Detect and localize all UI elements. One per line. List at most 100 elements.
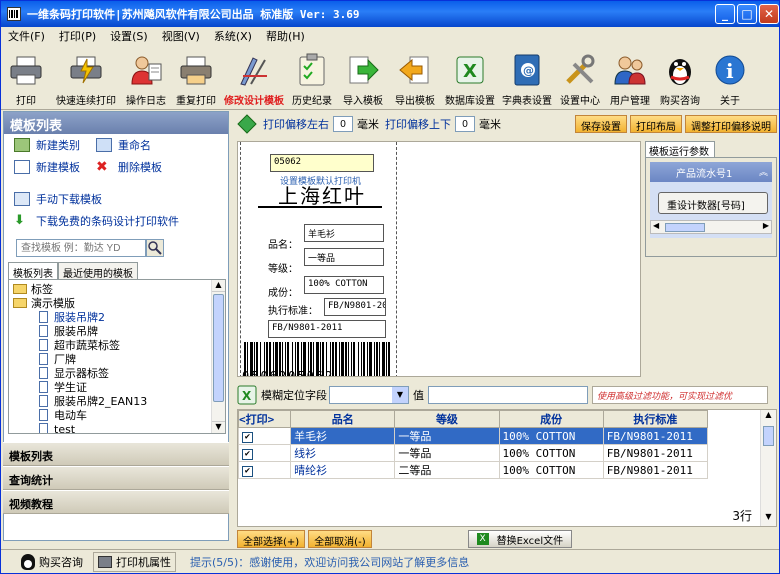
tree-node[interactable]: 服装吊牌 [13, 324, 225, 338]
label-standard-field[interactable]: FB/N9801-20 [324, 298, 386, 316]
user-management-button[interactable]: 用户管理 [605, 46, 655, 110]
row-print-cell[interactable]: ✔ [238, 444, 292, 462]
tree-node[interactable]: test [13, 422, 225, 433]
cell-standard[interactable]: FB/N9801-2011 [602, 444, 709, 462]
offset-help-button[interactable]: 调整打印偏移说明 [685, 115, 777, 133]
print-layout-button[interactable]: 打印布局 [630, 115, 682, 133]
import-template-button[interactable]: 导入模板 [337, 46, 389, 110]
tree-node[interactable]: 服装吊牌2_EAN13 [13, 394, 225, 408]
tree-node[interactable]: 超市蔬菜标签 [13, 338, 225, 352]
offset-lr-input[interactable] [333, 116, 353, 132]
settings-center-button[interactable]: 设置中心 [555, 46, 605, 110]
col-print[interactable]: <打印> [238, 410, 292, 428]
status-buy-button[interactable]: 购买咨询 [21, 553, 83, 570]
reset-counter-button[interactable]: 重设计数器[号码] [658, 192, 768, 214]
cell-standard[interactable]: FB/N9801-2011 [602, 427, 709, 445]
section-video-tutorials[interactable]: 视频教程 [3, 490, 229, 514]
delete-template-button[interactable]: ✖ 删除模板 [86, 156, 176, 178]
cell-name[interactable]: 晴纶衫 [290, 461, 396, 479]
tree-node[interactable]: 服装吊牌2 [13, 310, 225, 324]
select-all-button[interactable]: 全部选择(+) [237, 530, 306, 548]
search-button[interactable] [146, 239, 164, 257]
col-standard[interactable]: 执行标准 [602, 410, 709, 428]
menu-help[interactable]: 帮助(H) [259, 28, 312, 44]
design-template-button[interactable]: 修改设计模板 [221, 46, 287, 110]
tree-node[interactable]: 标签 [13, 282, 225, 296]
menu-settings[interactable]: 设置(S) [103, 28, 155, 44]
cell-composition[interactable]: 100% COTTON [498, 427, 604, 445]
col-composition[interactable]: 成份 [498, 410, 604, 428]
print-button[interactable]: 打印 [1, 46, 51, 110]
tree-node[interactable]: 电动车 [13, 408, 225, 422]
deselect-all-button[interactable]: 全部取消(-) [308, 530, 372, 548]
table-row[interactable]: ✔ 晴纶衫 二等品 100% COTTON FB/N9801-2011 [238, 461, 709, 479]
label-standard-full-field[interactable]: FB/N9801-2011 [268, 320, 386, 338]
label-code-field[interactable]: 05062 [270, 154, 374, 172]
cell-composition[interactable]: 100% COTTON [498, 461, 604, 479]
menu-system[interactable]: 系统(X) [207, 28, 259, 44]
tree-node[interactable]: 显示器标签 [13, 366, 225, 380]
cell-grade[interactable]: 二等品 [394, 461, 500, 479]
export-template-button[interactable]: 导出模板 [389, 46, 441, 110]
row-print-cell[interactable]: ✔ [238, 427, 292, 445]
cell-standard[interactable]: FB/N9801-2011 [602, 461, 709, 479]
col-name[interactable]: 品名 [290, 410, 396, 428]
label-grade-field[interactable]: 一等品 [304, 248, 384, 266]
tab-template-list[interactable]: 模板列表 [8, 262, 58, 280]
rename-button[interactable]: 重命名 [86, 134, 176, 156]
advanced-filter-hint[interactable]: 使用高级过滤功能，可实现过滤优 [592, 386, 768, 404]
cell-name[interactable]: 线衫 [290, 444, 396, 462]
cell-grade[interactable]: 一等品 [394, 427, 500, 445]
grid-scrollbar[interactable]: ▲ ▼ [760, 410, 776, 526]
cell-grade[interactable]: 一等品 [394, 444, 500, 462]
filter-value-input[interactable] [428, 386, 588, 404]
offset-ud-input[interactable] [455, 116, 475, 132]
menu-print[interactable]: 打印(P) [52, 28, 103, 44]
table-row[interactable]: ✔ 羊毛衫 一等品 100% COTTON FB/N9801-2011 [238, 427, 709, 445]
dictionary-settings-button[interactable]: @ 字典表设置 [499, 46, 555, 110]
maximize-button[interactable]: □ [737, 4, 757, 24]
row-print-cell[interactable]: ✔ [238, 461, 292, 479]
operation-log-button[interactable]: 操作日志 [121, 46, 171, 110]
replace-excel-button[interactable]: X 替换Excel文件 [467, 530, 573, 548]
print-checkbox[interactable]: ✔ [242, 449, 253, 460]
label-preview-canvas[interactable]: 05062 设置模板默认打印机 上海红叶 品名： 羊毛衫 等级： 一等品 成份：… [237, 141, 641, 377]
section-query-statistics[interactable]: 查询统计 [3, 466, 229, 490]
printer-properties-button[interactable]: 打印机属性 [93, 551, 176, 572]
tab-template-params[interactable]: 模板运行参数 [645, 141, 715, 158]
close-button[interactable]: ✕ [759, 4, 779, 24]
buy-consult-button[interactable]: 购买咨询 [655, 46, 705, 110]
label-composition-field[interactable]: 100% COTTON [304, 276, 384, 294]
label-name-field[interactable]: 羊毛衫 [304, 224, 384, 242]
manual-download-link[interactable]: 手动下载模板 [4, 188, 228, 210]
tree-node[interactable]: 演示模版 [13, 296, 225, 310]
new-category-button[interactable]: 新建类别 [4, 134, 86, 156]
cell-composition[interactable]: 100% COTTON [498, 444, 604, 462]
col-grade[interactable]: 等级 [394, 410, 500, 428]
section-template-list[interactable]: 模板列表 [3, 442, 229, 466]
table-row[interactable]: ✔ 线衫 一等品 100% COTTON FB/N9801-2011 [238, 444, 709, 462]
save-settings-button[interactable]: 保存设置 [575, 115, 627, 133]
params-hscrollbar[interactable]: ◀ ▶ [650, 220, 772, 234]
template-search-input[interactable] [16, 239, 146, 257]
serial-number-header[interactable]: 产品流水号1 ︽ [650, 162, 772, 182]
print-checkbox[interactable]: ✔ [242, 432, 253, 443]
tree-node[interactable]: 学生证 [13, 380, 225, 394]
history-button[interactable]: 历史纪录 [287, 46, 337, 110]
fast-print-button[interactable]: 快速连续打印 [51, 46, 121, 110]
free-software-link[interactable]: ⬇ 下载免费的条码设计打印软件 [4, 210, 228, 232]
collapse-chevron-icon[interactable]: ︽ [759, 165, 768, 178]
fuzzy-field-select[interactable]: ▼ [329, 386, 409, 404]
tab-recent-templates[interactable]: 最近使用的模板 [58, 262, 138, 280]
menu-view[interactable]: 视图(V) [155, 28, 207, 44]
menu-file[interactable]: 文件(F) [1, 28, 52, 44]
reprint-button[interactable]: 重复打印 [171, 46, 221, 110]
about-button[interactable]: i 关于 [705, 46, 755, 110]
cell-name[interactable]: 羊毛衫 [290, 427, 396, 445]
tree-scrollbar[interactable]: ▲ ▼ [211, 280, 225, 433]
title-bar[interactable]: 一维条码打印软件|苏州飚风软件有限公司出品 标准版 Ver: 3.69 _ □ … [1, 1, 779, 27]
tree-node[interactable]: 厂牌 [13, 352, 225, 366]
new-template-button[interactable]: 新建模板 [4, 156, 86, 178]
print-checkbox[interactable]: ✔ [242, 466, 253, 477]
minimize-button[interactable]: _ [715, 4, 735, 24]
